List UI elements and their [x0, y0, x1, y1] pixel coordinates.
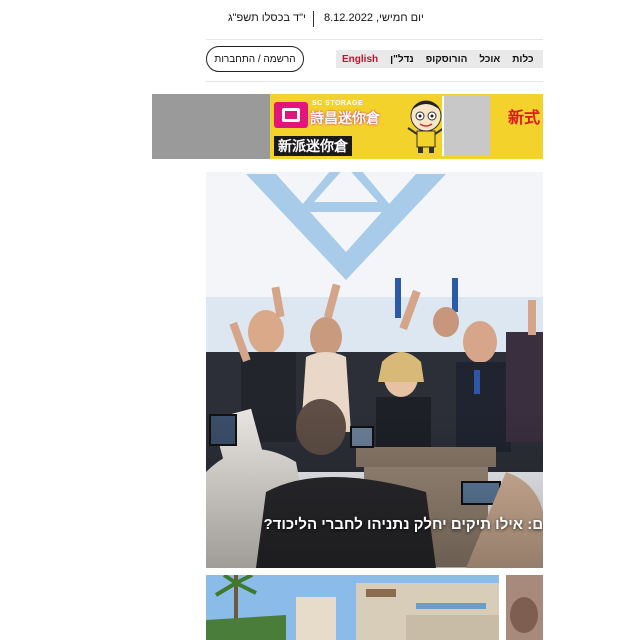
ad-brand-chinese: 詩昌迷你倉 — [310, 110, 380, 126]
hero-article[interactable]: ם: אילו תיקים יחלק נתניהו לחברי הליכוד? — [206, 172, 543, 568]
hero-photo — [206, 172, 543, 568]
nav-item-brides[interactable]: כלות — [506, 54, 539, 65]
ad-side-text: 新式 — [508, 110, 541, 127]
article-thumbnail[interactable] — [206, 575, 499, 640]
hero-headline[interactable]: ם: אילו תיקים יחלק נתניהו לחברי הליכוד? — [263, 516, 543, 533]
gregorian-date: יום חמישי, 8.12.2022 — [324, 12, 424, 24]
page: יום חמישי, 8.12.2022 י"ד בכסלו תשפ"ג הרש… — [0, 0, 640, 640]
article-thumbnail-2[interactable] — [506, 575, 543, 640]
nav-item-food[interactable]: אוכל — [473, 54, 506, 65]
date-bar: יום חמישי, 8.12.2022 י"ד בכסלו תשפ"ג — [206, 0, 543, 40]
ad-brand-english: SC STORAGE — [312, 100, 364, 107]
nav-item-horoscope[interactable]: הורוסקופ — [420, 54, 474, 65]
street-photo — [206, 575, 499, 640]
nav-item-english[interactable]: English — [336, 54, 384, 65]
navigation-row: הרשמה / התחברות English נדל"ן הורוסקופ א… — [206, 40, 543, 82]
login-register-button[interactable]: הרשמה / התחברות — [206, 46, 304, 72]
ad-slogan: 新派迷你倉 — [274, 136, 352, 156]
category-nav: English נדל"ן הורוסקופ אוכל כלות — [336, 50, 543, 68]
date-separator — [313, 11, 314, 27]
ad-storage-box — [442, 96, 490, 156]
hebrew-date: י"ד בכסלו תשפ"ג — [228, 12, 306, 24]
advertisement-banner[interactable]: SC STORAGE 詩昌迷你倉 新派迷你倉 新式 — [152, 94, 543, 159]
nav-item-real-estate[interactable]: נדל"ן — [384, 54, 420, 65]
thumbnail-photo-2 — [506, 575, 543, 640]
storage-logo-icon — [274, 102, 308, 128]
